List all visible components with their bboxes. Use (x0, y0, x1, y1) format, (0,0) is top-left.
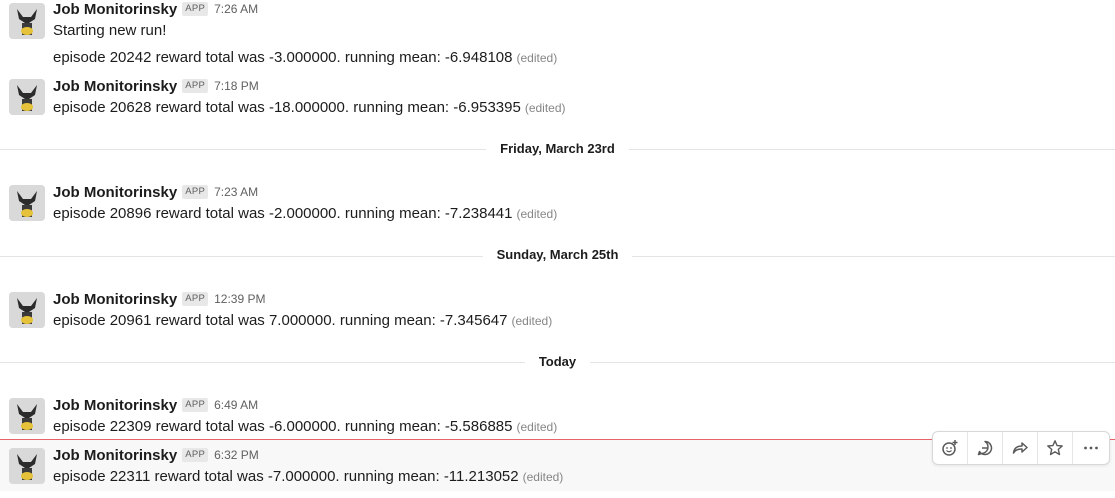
avatar[interactable] (9, 448, 45, 484)
message-text: episode 20896 reward total was -2.000000… (53, 205, 557, 222)
message-text: Starting new run! (53, 22, 167, 39)
timestamp[interactable]: 12:39 PM (214, 292, 265, 306)
message-text: episode 20628 reward total was -18.00000… (53, 99, 566, 116)
add-reaction-icon (942, 440, 958, 456)
message-text-content: episode 20896 reward total was -2.000000… (53, 205, 513, 222)
timestamp[interactable]: 6:49 AM (214, 398, 258, 412)
date-divider[interactable]: Today (0, 354, 1115, 369)
message-actions-toolbar (932, 431, 1110, 465)
edited-label: (edited) (522, 470, 564, 484)
message-header: Job Monitorinsky APP 7:18 PM (53, 77, 259, 95)
app-badge: APP (182, 185, 209, 199)
edited-label: (edited) (511, 314, 553, 328)
message-header: Job Monitorinsky APP 7:23 AM (53, 183, 258, 201)
sender-name[interactable]: Job Monitorinsky (53, 397, 177, 414)
edited-label: (edited) (516, 207, 558, 221)
message-text: episode 22311 reward total was -7.000000… (53, 468, 563, 485)
add-reaction-button[interactable] (933, 432, 968, 464)
more-actions-button[interactable] (1073, 432, 1108, 464)
message-text-content: episode 22309 reward total was -6.000000… (53, 418, 513, 435)
app-badge: APP (182, 398, 209, 412)
message-text-content: episode 22311 reward total was -7.000000… (53, 468, 519, 485)
sender-name[interactable]: Job Monitorinsky (53, 1, 177, 18)
message-header: Job Monitorinsky APP 7:26 AM (53, 0, 258, 18)
message-text: episode 20242 reward total was -3.000000… (53, 49, 557, 66)
sender-name[interactable]: Job Monitorinsky (53, 78, 177, 95)
star-button[interactable] (1038, 432, 1073, 464)
date-divider-label: Sunday, March 25th (482, 247, 633, 262)
message-header: Job Monitorinsky APP 12:39 PM (53, 290, 265, 308)
message-text-content: episode 20242 reward total was -3.000000… (53, 49, 513, 66)
sender-name[interactable]: Job Monitorinsky (53, 291, 177, 308)
message-text: episode 20961 reward total was 7.000000.… (53, 312, 552, 329)
share-button[interactable] (1003, 432, 1038, 464)
date-divider-label: Friday, March 23rd (486, 141, 629, 156)
avatar[interactable] (9, 185, 45, 221)
edited-label: (edited) (516, 420, 558, 434)
message-text-content: episode 20628 reward total was -18.00000… (53, 99, 521, 116)
app-badge: APP (182, 2, 209, 16)
app-badge: APP (182, 292, 209, 306)
timestamp[interactable]: 7:23 AM (214, 185, 258, 199)
message-text: episode 22309 reward total was -6.000000… (53, 418, 557, 435)
message-text-content: episode 20961 reward total was 7.000000.… (53, 312, 508, 329)
timestamp[interactable]: 7:26 AM (214, 2, 258, 16)
date-divider[interactable]: Sunday, March 25th (0, 247, 1115, 262)
message-header: Job Monitorinsky APP 6:32 PM (53, 446, 259, 464)
app-badge: APP (182, 448, 209, 462)
message-header: Job Monitorinsky APP 6:49 AM (53, 396, 258, 414)
timestamp[interactable]: 6:32 PM (214, 448, 259, 462)
share-icon (1012, 442, 1028, 454)
date-divider-label: Today (524, 354, 591, 369)
star-icon (1047, 440, 1063, 456)
edited-label: (edited) (524, 101, 566, 115)
sender-name[interactable]: Job Monitorinsky (53, 184, 177, 201)
date-divider[interactable]: Friday, March 23rd (0, 141, 1115, 156)
timestamp[interactable]: 7:18 PM (214, 79, 259, 93)
avatar[interactable] (9, 398, 45, 434)
more-actions-icon (1083, 446, 1098, 450)
avatar[interactable] (9, 79, 45, 115)
sender-name[interactable]: Job Monitorinsky (53, 447, 177, 464)
edited-label: (edited) (516, 51, 558, 65)
reply-in-thread-button[interactable] (968, 432, 1003, 464)
avatar[interactable] (9, 3, 45, 39)
app-badge: APP (182, 79, 209, 93)
avatar[interactable] (9, 292, 45, 328)
reply-in-thread-icon (977, 440, 993, 456)
